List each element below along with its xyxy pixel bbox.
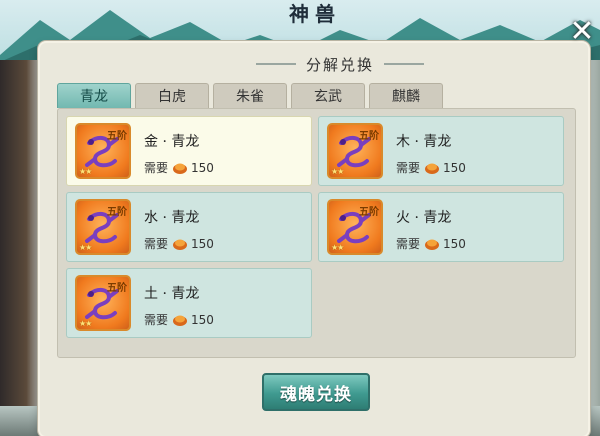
dialog-header: 分解兑换 — [240, 52, 440, 76]
tab-xuanwu[interactable]: 玄武 — [291, 83, 365, 108]
soul-coin-icon — [425, 163, 440, 174]
dialog-title: 分解兑换 — [305, 55, 374, 74]
card-cost: 需要 150 — [144, 235, 214, 252]
dragon-icon: 五阶 ★★ — [75, 275, 131, 331]
cost-label: 需要 — [144, 161, 169, 175]
cost-label: 需要 — [144, 313, 169, 327]
rank-badge: 五阶 — [107, 283, 127, 294]
card-cost: 需要 150 — [396, 159, 466, 176]
close-icon[interactable]: ✕ — [568, 17, 596, 47]
cost-value: 150 — [191, 312, 214, 327]
card-name: 水 · 青龙 — [144, 210, 200, 226]
soul-coin-icon — [425, 239, 440, 250]
cost-label: 需要 — [396, 161, 421, 175]
cost-value: 150 — [443, 236, 466, 251]
rank-badge: 五阶 — [359, 207, 379, 218]
card-cost: 需要 150 — [396, 235, 466, 252]
card-name: 土 · 青龙 — [144, 286, 200, 302]
rank-badge: 五阶 — [107, 207, 127, 218]
card-cost: 需要 150 — [144, 311, 214, 328]
star-icons: ★★ — [331, 243, 344, 252]
rank-badge: 五阶 — [359, 131, 379, 142]
tab-qinglong[interactable]: 青龙 — [57, 83, 131, 108]
card-cost: 需要 150 — [144, 159, 214, 176]
star-icons: ★★ — [79, 243, 92, 252]
tab-bar: 青龙 白虎 朱雀 玄武 麒麟 — [57, 83, 447, 109]
star-icons: ★★ — [331, 167, 344, 176]
soul-exchange-button[interactable]: 魂魄兑换 — [262, 373, 370, 411]
cost-value: 150 — [191, 160, 214, 175]
cost-value: 150 — [443, 160, 466, 175]
dragon-icon: 五阶 ★★ — [75, 123, 131, 179]
star-icons: ★★ — [79, 167, 92, 176]
star-icons: ★★ — [79, 319, 92, 328]
card-name: 火 · 青龙 — [396, 210, 452, 226]
card-name: 金 · 青龙 — [144, 134, 200, 150]
cost-value: 150 — [191, 236, 214, 251]
tab-qilin[interactable]: 麒麟 — [369, 83, 443, 108]
exchange-card-mu[interactable]: 五阶 ★★ 木 · 青龙 需要 150 — [318, 116, 564, 186]
dragon-icon: 五阶 ★★ — [327, 123, 383, 179]
left-decoration — [0, 60, 44, 436]
soul-coin-icon — [173, 315, 188, 326]
dragon-icon: 五阶 ★★ — [75, 199, 131, 255]
rank-badge: 五阶 — [107, 131, 127, 142]
tab-baihu[interactable]: 白虎 — [135, 83, 209, 108]
exchange-card-shui[interactable]: 五阶 ★★ 水 · 青龙 需要 150 — [66, 192, 312, 262]
header-ornament-right — [384, 63, 424, 65]
cost-label: 需要 — [396, 237, 421, 251]
soul-coin-icon — [173, 239, 188, 250]
card-name: 木 · 青龙 — [396, 134, 452, 150]
scene-title: 神兽 — [289, 1, 341, 26]
tab-zhuque[interactable]: 朱雀 — [213, 83, 287, 108]
exchange-card-huo[interactable]: 五阶 ★★ 火 · 青龙 需要 150 — [318, 192, 564, 262]
cost-label: 需要 — [144, 237, 169, 251]
header-ornament-left — [255, 63, 296, 65]
soul-coin-icon — [173, 163, 188, 174]
dragon-icon: 五阶 ★★ — [327, 199, 383, 255]
exchange-card-tu[interactable]: 五阶 ★★ 土 · 青龙 需要 150 — [66, 268, 312, 338]
exchange-card-jin[interactable]: 五阶 ★★ 金 · 青龙 需要 150 — [66, 116, 312, 186]
